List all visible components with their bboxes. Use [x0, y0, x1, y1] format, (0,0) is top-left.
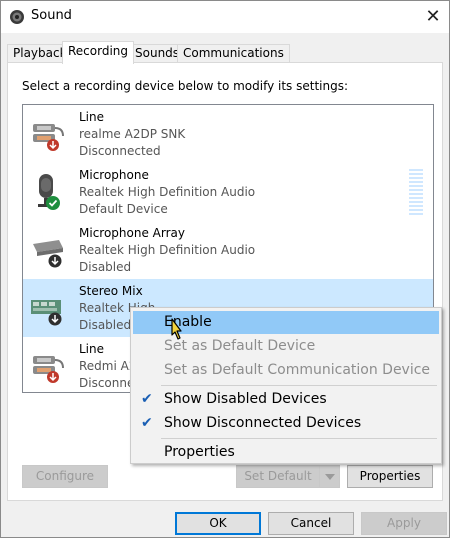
speaker-icon — [10, 10, 24, 24]
menu-item-show-disabled-devices[interactable]: ✔ Show Disabled Devices — [133, 388, 439, 411]
tab-recording[interactable]: Recording — [62, 41, 135, 64]
device-name: Microphone — [79, 168, 149, 182]
device-status: Disabled — [79, 318, 132, 332]
checkmark-icon: ✔ — [141, 391, 153, 407]
menu-separator — [161, 385, 437, 386]
device-status: Disabled — [79, 260, 132, 274]
cancel-button[interactable]: Cancel — [268, 512, 354, 535]
device-driver: Realtek High Definition Audio — [79, 243, 256, 257]
stereo-mix-icon — [31, 300, 62, 326]
instruction-text: Select a recording device below to modif… — [22, 79, 349, 93]
menu-item-show-disconnected-devices[interactable]: ✔ Show Disconnected Devices — [133, 412, 439, 435]
line-in-icon — [33, 356, 64, 383]
microphone-array-icon — [33, 240, 63, 268]
menu-item-set-default-communication-device[interactable]: Set as Default Communication Device — [133, 359, 439, 382]
menu-separator — [161, 438, 437, 439]
title-bar[interactable]: Sound ✕ — [1, 1, 449, 33]
device-status: Disconnected — [79, 144, 161, 158]
device-name: Microphone Array — [79, 226, 185, 240]
set-default-button[interactable]: Set Default — [236, 465, 320, 488]
tab-communications[interactable]: Communications — [177, 44, 290, 63]
menu-item-properties[interactable]: Properties — [133, 441, 439, 464]
set-default-dropdown[interactable] — [319, 465, 340, 488]
device-item-microphone-array[interactable]: Microphone Array Realtek High Definition… — [23, 221, 433, 279]
line-in-icon — [33, 124, 64, 151]
cursor-icon — [171, 318, 182, 340]
microphone-icon — [38, 174, 60, 210]
device-item-line-realme[interactable]: Line realme A2DP SNK Disconnected — [23, 105, 433, 163]
window-title: Sound — [31, 8, 72, 23]
device-item-microphone[interactable]: Microphone Realtek High Definition Audio… — [23, 163, 433, 221]
checkmark-icon: ✔ — [141, 415, 153, 431]
configure-button[interactable]: Configure — [22, 465, 108, 488]
device-name: Stereo Mix — [79, 284, 143, 298]
device-name: Line — [79, 110, 105, 124]
close-icon: ✕ — [425, 5, 441, 27]
device-driver: realme A2DP SNK — [79, 127, 186, 141]
device-name: Line — [79, 342, 105, 356]
apply-button[interactable]: Apply — [361, 512, 447, 535]
device-driver: Realtek High Definition Audio — [79, 185, 256, 199]
close-button[interactable]: ✕ — [417, 1, 449, 31]
chevron-down-icon — [324, 474, 335, 480]
ok-button[interactable]: OK — [175, 512, 261, 535]
device-status: Default Device — [79, 202, 168, 216]
properties-button[interactable]: Properties — [347, 465, 433, 488]
level-meter — [409, 169, 423, 215]
